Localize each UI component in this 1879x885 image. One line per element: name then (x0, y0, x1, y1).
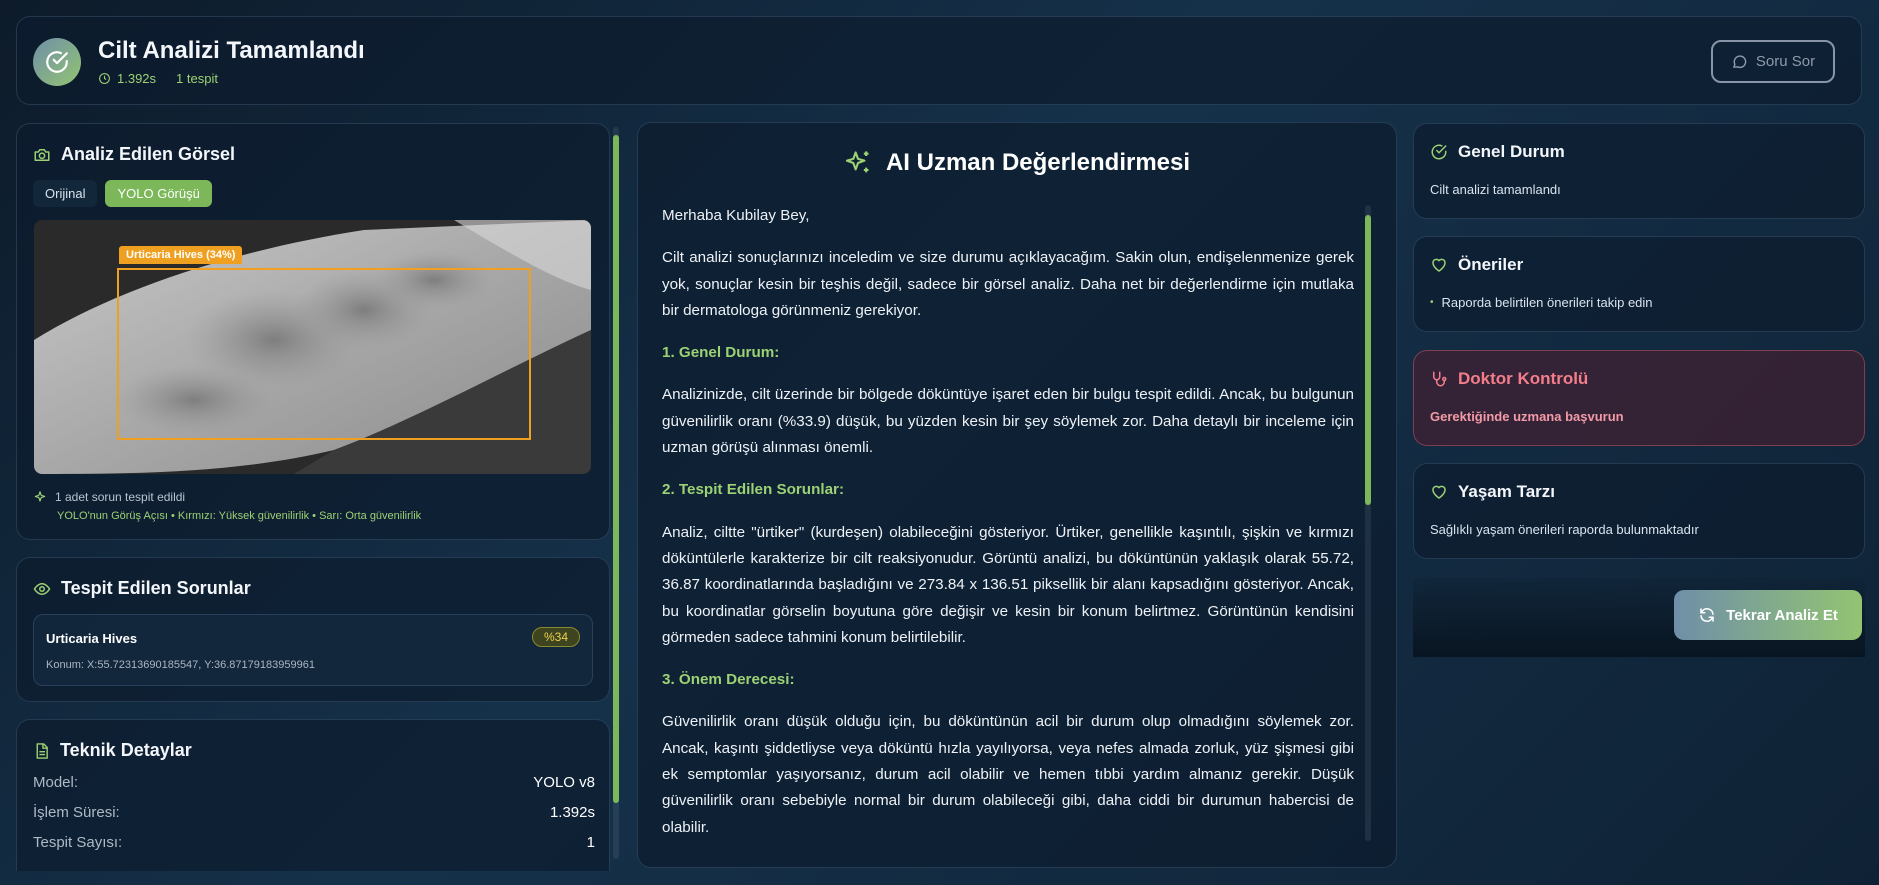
general-status-card: Genel Durum Cilt analizi tamamlandı (1413, 123, 1865, 219)
general-status-title: Genel Durum (1430, 142, 1565, 162)
issue-item[interactable]: Urticaria Hives %34 Konum: X:55.72313690… (33, 614, 593, 686)
greeting: Merhaba Kubilay Bey, (662, 207, 810, 224)
duration-text: 1.392s (117, 71, 157, 86)
camera-icon (34, 148, 50, 161)
heart-icon (1432, 258, 1446, 272)
suggestions-card: Öneriler • Raporda belirtilen önerileri … (1413, 236, 1865, 332)
check-circle-icon (33, 38, 81, 86)
section-paragraph: Analizinizde, cilt üzerinde bir bölgede … (662, 386, 1354, 457)
page-title: Cilt Analizi Tamamlandı (98, 37, 365, 64)
stethoscope-icon (1433, 371, 1447, 387)
doctor-check-title: Doktor Kontrolü (1430, 369, 1588, 389)
lifestyle-title-text: Yaşam Tarzı (1458, 482, 1556, 501)
section-paragraph: Güvenilirlik oranı düşük olduğu için, bu… (662, 713, 1354, 836)
tab-yolo-view[interactable]: YOLO Görüşü (105, 180, 212, 207)
detection-summary: 1 adet sorun tespit edildi (33, 490, 185, 504)
issue-location: Konum: X:55.72313690185547, Y:36.8717918… (46, 659, 315, 671)
section-heading: 1. Genel Durum: (662, 344, 780, 362)
general-status-text: Cilt analizi tamamlandı (1430, 182, 1561, 197)
expert-text: Merhaba Kubilay Bey, Cilt analizi sonuçl… (662, 203, 1354, 851)
tech-panel-title: Teknik Detaylar (33, 740, 192, 761)
issues-panel-title: Tespit Edilen Sorunlar (33, 578, 251, 599)
issues-panel: Tespit Edilen Sorunlar Urticaria Hives %… (16, 557, 610, 702)
intro-paragraph: Cilt analizi sonuçlarınızı inceledim ve … (662, 249, 1354, 319)
confidence-badge: %34 (531, 627, 580, 647)
issues-panel-title-text: Tespit Edilen Sorunlar (61, 578, 251, 598)
suggestion-item: • Raporda belirtilen önerileri takip edi… (1430, 295, 1653, 310)
image-panel-title-text: Analiz Edilen Görsel (61, 144, 236, 164)
tech-key: Tespit Sayısı: (33, 834, 123, 851)
section-heading: 3. Önem Derecesi: (662, 671, 795, 689)
document-icon (36, 742, 48, 759)
expert-title-text: AI Uzman Değerlendirmesi (885, 149, 1191, 176)
suggestion-text: Raporda belirtilen önerileri takip edin (1441, 295, 1653, 310)
general-status-title-text: Genel Durum (1458, 142, 1565, 161)
eye-icon (33, 582, 51, 595)
view-tabs: Orijinal YOLO Görüşü (33, 180, 212, 207)
expert-scrollbar-thumb[interactable] (1365, 215, 1371, 505)
chat-bubble-icon (1733, 55, 1747, 69)
expert-scrollbar[interactable] (1365, 205, 1371, 841)
tech-row-count: Tespit Sayısı: 1 (33, 834, 595, 851)
color-legend: YOLO'nun Görüş Açısı • Kırmızı: Yüksek g… (57, 510, 422, 522)
doctor-check-text: Gerektiğinde uzmana başvurun (1430, 409, 1624, 424)
suggestions-title-text: Öneriler (1458, 255, 1524, 274)
tech-row-model: Model: YOLO v8 (33, 774, 595, 791)
tech-panel: Teknik Detaylar Model: YOLO v8 İşlem Sür… (16, 719, 610, 871)
lifestyle-card: Yaşam Tarzı Sağlıklı yaşam önerileri rap… (1413, 463, 1865, 559)
lifestyle-text: Sağlıklı yaşam önerileri raporda bulunma… (1430, 522, 1699, 537)
tech-row-duration: İşlem Süresi: 1.392s (33, 804, 595, 821)
check-circle-icon (1431, 144, 1447, 160)
doctor-check-card: Doktor Kontrolü Gerektiğinde uzmana başv… (1413, 350, 1865, 446)
sparkles-icon (845, 151, 869, 173)
expert-panel: AI Uzman Değerlendirmesi Merhaba Kubilay… (637, 122, 1397, 868)
ask-question-button[interactable]: Soru Sor (1711, 40, 1835, 83)
detection-box-label: Urticaria Hives (34%) (119, 246, 243, 264)
section-heading: 2. Tespit Edilen Sorunlar: (662, 481, 844, 499)
detection-box (117, 268, 531, 440)
left-scrollbar[interactable] (613, 127, 619, 859)
left-column: Analiz Edilen Görsel Orijinal YOLO Görüş… (16, 123, 610, 871)
tech-panel-title-text: Teknik Detaylar (60, 740, 192, 760)
tech-value: 1.392s (549, 804, 595, 821)
refresh-icon (1700, 608, 1714, 622)
clock-icon (99, 73, 110, 84)
image-panel: Analiz Edilen Görsel Orijinal YOLO Görüş… (16, 123, 610, 540)
header-meta: 1.392s 1 tespit (98, 71, 218, 86)
heart-icon (1432, 485, 1446, 499)
tech-key: Model: (33, 774, 79, 791)
detection-summary-text: 1 adet sorun tespit edildi (55, 490, 186, 504)
image-panel-title: Analiz Edilen Görsel (33, 144, 235, 165)
left-scrollbar-thumb[interactable] (613, 135, 619, 803)
tech-key: İşlem Süresi: (33, 804, 120, 821)
lifestyle-title: Yaşam Tarzı (1430, 482, 1555, 502)
section-paragraph: Analiz, ciltte "ürtiker" (kurdeşen) olab… (662, 523, 1354, 646)
tech-value: 1 (586, 834, 595, 851)
detection-count: 1 tespit (176, 71, 218, 86)
ask-question-label: Soru Sor (1755, 53, 1816, 70)
header-bar: Cilt Analizi Tamamlandı 1.392s 1 tespit … (16, 16, 1862, 105)
bullet-icon: • (1430, 297, 1434, 308)
retry-analysis-label: Tekrar Analiz Et (1726, 606, 1838, 624)
issue-name: Urticaria Hives (46, 631, 138, 646)
sparkle-icon (34, 491, 46, 502)
tech-value: YOLO v8 (533, 774, 595, 791)
retry-analysis-button[interactable]: Tekrar Analiz Et (1674, 590, 1862, 640)
suggestions-title: Öneriler (1430, 255, 1523, 275)
analyzed-image: Urticaria Hives (34%) (34, 220, 591, 474)
doctor-check-title-text: Doktor Kontrolü (1458, 369, 1589, 388)
expert-title: AI Uzman Değerlendirmesi (638, 149, 1396, 177)
tab-original[interactable]: Orijinal (33, 180, 98, 207)
